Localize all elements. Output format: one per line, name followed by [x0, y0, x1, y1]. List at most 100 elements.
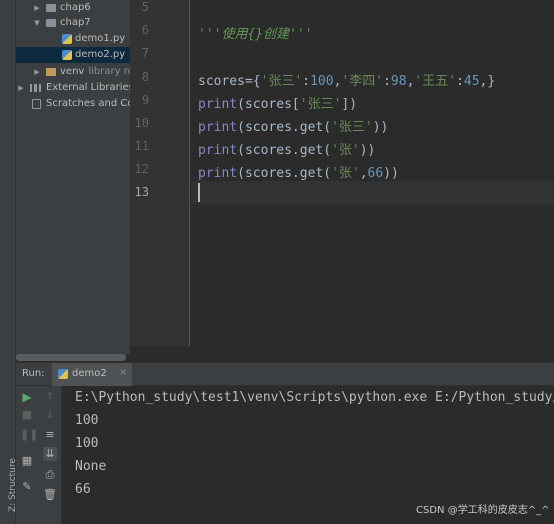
- code-token: (scores[: [237, 97, 300, 112]
- code-line[interactable]: print(scores.get('张',66)): [198, 162, 399, 185]
- tree-item-demo1[interactable]: demo1.py: [16, 31, 130, 47]
- code-token: print: [198, 166, 238, 181]
- code-line[interactable]: scores={'张三':100,'李四':98,'王五':45,}: [198, 70, 495, 93]
- code-token: '张三': [299, 97, 342, 112]
- editor-gutter: 5 6 7 8 9 10 11 12 13: [130, 0, 190, 346]
- tree-item-label-group: venv library ro: [60, 64, 130, 80]
- code-line[interactable]: '''使用{}创建''': [198, 23, 313, 46]
- folder-icon: [46, 68, 56, 76]
- line-number: 5: [141, 0, 149, 14]
- pin-icon[interactable]: ✎: [20, 480, 34, 494]
- code-editor[interactable]: '''使用{}创建''' scores={'张三':100,'李四':98,'王…: [191, 0, 554, 346]
- pause-icon[interactable]: ❚❚: [20, 428, 38, 442]
- folder-icon: [46, 4, 56, 12]
- chevron-right-icon[interactable]: ▶: [32, 0, 42, 16]
- line-number: 7: [141, 46, 149, 60]
- arrow-down-icon[interactable]: ↓: [43, 408, 57, 422]
- line-number: 9: [141, 93, 149, 107]
- console-line: 66: [75, 482, 91, 497]
- console-line: 100: [75, 436, 99, 451]
- code-token: :: [456, 74, 464, 89]
- code-token: 98: [390, 74, 407, 89]
- soft-wrap-icon[interactable]: ≡: [43, 428, 57, 442]
- left-tool-strip: Z: Structure: [0, 0, 18, 524]
- tree-item-label: External Libraries: [46, 82, 130, 93]
- tree-item-label: demo1.py: [75, 33, 126, 44]
- tree-item-chap6[interactable]: ▶ chap6: [16, 0, 130, 16]
- run-toolbar-secondary: ↑ ↓ ≡ ⇊ ⎙ 🗑: [38, 386, 62, 524]
- code-token: (scores.get(: [237, 120, 332, 135]
- text-caret: [198, 183, 200, 202]
- trash-icon[interactable]: 🗑: [43, 488, 57, 502]
- code-token: 66: [367, 166, 384, 181]
- library-icon: [30, 84, 41, 92]
- stop-icon[interactable]: ■: [20, 408, 34, 422]
- line-number: 10: [134, 116, 149, 130]
- code-token: :: [383, 74, 391, 89]
- code-token: '张': [331, 166, 360, 181]
- run-label: Run:: [22, 368, 45, 379]
- code-token: 45: [463, 74, 480, 89]
- code-token: print: [198, 120, 238, 135]
- python-file-icon: [62, 50, 72, 60]
- scratches-icon: [32, 99, 41, 109]
- tree-item-hint: library ro: [88, 66, 130, 77]
- code-token: ]): [341, 97, 358, 112]
- tree-item-external-libraries[interactable]: ▶ External Libraries: [16, 80, 130, 96]
- code-token: '张三': [331, 120, 373, 135]
- code-token: 100: [310, 74, 334, 89]
- code-token: )): [372, 120, 389, 135]
- tree-item-scratches[interactable]: Scratches and Con: [16, 96, 130, 112]
- console-line: E:\Python_study\test1\venv\Scripts\pytho…: [75, 390, 554, 405]
- code-line[interactable]: print(scores.get('张')): [198, 139, 375, 162]
- project-tree: ▶ chap6 ▼ chap7 demo1.py demo2.py ▶ venv…: [16, 0, 130, 355]
- code-token: '李四': [341, 74, 384, 89]
- line-number: 8: [141, 70, 149, 84]
- code-token: )): [383, 166, 399, 181]
- horizontal-scrollbar[interactable]: [16, 354, 126, 361]
- tree-item-chap7[interactable]: ▼ chap7: [16, 15, 130, 31]
- structure-tool-tab[interactable]: Z: Structure: [1, 450, 18, 520]
- code-token: print: [198, 143, 238, 158]
- play-icon[interactable]: ▶: [20, 390, 34, 404]
- watermark: CSDN @学工科的皮皮志^_^: [416, 505, 550, 516]
- print-icon[interactable]: ⎙: [43, 468, 57, 482]
- code-token: (scores.get(: [237, 166, 332, 181]
- run-panel-header: Run: demo2 ×: [16, 363, 554, 386]
- run-tab-demo2[interactable]: demo2 ×: [52, 363, 132, 386]
- tree-item-label: chap7: [60, 17, 91, 28]
- tree-item-label: venv: [60, 66, 85, 77]
- code-line[interactable]: print(scores['张三']): [198, 93, 357, 116]
- close-icon[interactable]: ×: [119, 367, 127, 378]
- chevron-right-icon[interactable]: ▶: [16, 80, 26, 96]
- code-token: {: [252, 74, 261, 89]
- folder-icon: [46, 19, 56, 27]
- tree-item-label: demo2.py: [75, 49, 126, 60]
- line-number-current: 13: [134, 185, 149, 199]
- python-file-icon: [62, 34, 72, 44]
- code-token: :: [302, 74, 311, 89]
- code-token: print: [198, 97, 238, 112]
- tree-item-venv[interactable]: ▶ venv library ro: [16, 64, 130, 80]
- code-token: scores: [198, 74, 245, 89]
- code-token: '王五': [414, 74, 457, 89]
- scroll-to-end-icon[interactable]: ⇊: [43, 447, 57, 461]
- line-number: 11: [134, 139, 149, 153]
- run-toolbar-primary: ▶ ■ ❚❚ ▦ ✎: [16, 386, 38, 524]
- code-token: (scores.get(: [237, 143, 332, 158]
- console-line: 100: [75, 413, 99, 428]
- arrow-up-icon[interactable]: ↑: [43, 390, 57, 404]
- chevron-right-icon[interactable]: ▶: [32, 64, 42, 80]
- code-line[interactable]: print(scores.get('张三')): [198, 116, 388, 139]
- tree-item-label: Scratches and Con: [46, 98, 130, 109]
- code-token: =: [244, 74, 253, 89]
- code-token: '张': [331, 143, 360, 158]
- tree-item-demo2[interactable]: demo2.py: [16, 47, 130, 63]
- console-line: None: [75, 459, 107, 474]
- line-number: 6: [141, 23, 149, 37]
- code-token: '''使用{}创建''': [198, 27, 313, 42]
- chevron-down-icon[interactable]: ▼: [32, 15, 42, 31]
- code-token: ,: [359, 166, 368, 181]
- line-number: 12: [134, 162, 149, 176]
- layout-icon[interactable]: ▦: [20, 454, 34, 468]
